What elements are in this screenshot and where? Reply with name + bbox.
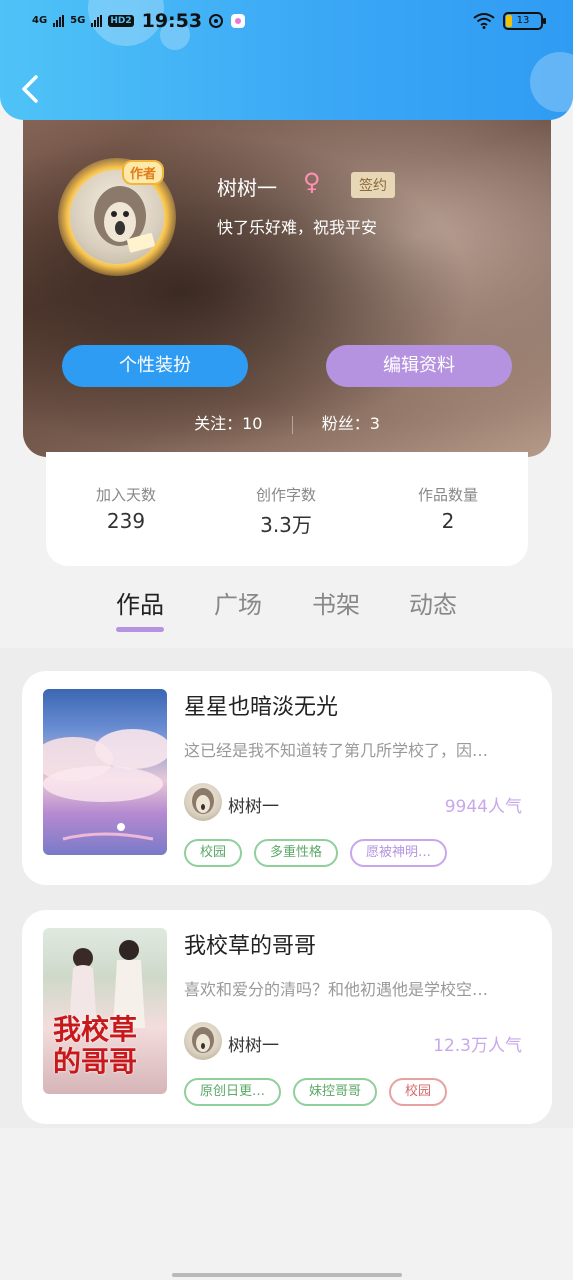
tag-chip[interactable]: 校园	[389, 1078, 448, 1106]
tag-chip[interactable]: 原创日更…	[184, 1078, 282, 1106]
tab-square[interactable]: 广场	[203, 585, 273, 620]
stat-label: 创作字数	[255, 486, 316, 504]
network-5g-label: 5G	[70, 15, 86, 26]
tag-chip[interactable]: 多重性格	[254, 839, 339, 867]
work-title: 星星也暗淡无光	[184, 695, 339, 720]
signal-icon	[53, 15, 65, 27]
stat-join-days: 加入天数 239	[46, 484, 206, 533]
tab-activity[interactable]: 动态	[398, 585, 468, 620]
stat-value: 239	[106, 509, 146, 533]
cover-art-sky-icon	[43, 729, 167, 841]
stat-value: 2	[441, 509, 455, 533]
tag-chip[interactable]: 校园	[184, 839, 243, 867]
customize-look-button[interactable]: 个性装扮	[62, 345, 248, 387]
work-popularity: 9944人气	[444, 797, 522, 817]
hd-voice-icon: HD2	[108, 15, 134, 27]
signal-icon	[91, 15, 103, 27]
stat-value: 3.3万	[260, 513, 312, 537]
back-button[interactable]	[16, 72, 46, 106]
app-badge-icon	[231, 14, 246, 28]
cover-title-text: 我校草的哥哥	[53, 1013, 138, 1078]
status-time: 19:53	[141, 10, 203, 32]
work-description: 这已经是我不知道转了第几所学校了，因…	[184, 741, 489, 760]
author-avatar	[184, 1022, 222, 1060]
stat-label: 作品数量	[417, 486, 478, 504]
tab-bar: 作品 广场 书架 动态	[0, 575, 573, 645]
chevron-left-icon	[22, 75, 38, 103]
book-cover	[43, 689, 167, 855]
avatar-frame[interactable]: 作者	[58, 158, 176, 276]
work-description: 喜欢和爱分的清吗？和他初遇他是学校空…	[184, 980, 489, 999]
avatar-character-icon	[192, 788, 214, 814]
tag-chip[interactable]: 妹控哥哥	[293, 1078, 378, 1106]
battery-icon: 13	[503, 12, 546, 30]
work-title: 我校草的哥哥	[184, 934, 317, 959]
work-popularity: 12.3万人气	[433, 1036, 522, 1056]
work-author: 树树一	[228, 1036, 279, 1056]
female-gender-icon: ♀	[303, 168, 321, 196]
tag-list: 校园 多重性格 愿被神明…	[184, 839, 448, 867]
stats-panel: 加入天数 239 创作字数 3.3万 作品数量 2	[46, 452, 528, 566]
wifi-icon	[473, 13, 495, 29]
tag-chip[interactable]: 愿被神明…	[350, 839, 448, 867]
home-indicator[interactable]	[172, 1273, 402, 1277]
profile-header: 作者 树树一 ♀ 签约 快了乐好难，祝我平安 个性装扮 编辑资料 关注：10 粉…	[23, 88, 551, 457]
stat-word-count: 创作字数 3.3万	[206, 484, 366, 538]
stat-work-count: 作品数量 2	[368, 484, 528, 533]
follow-stats: 关注：10 粉丝：3	[23, 410, 551, 434]
signed-badge: 签约	[351, 172, 395, 198]
author-avatar	[184, 783, 222, 821]
following-count[interactable]: 关注：10	[194, 410, 262, 434]
author-badge: 作者	[122, 160, 165, 185]
app-notification-icon	[209, 14, 224, 28]
top-bar: 4G 5G HD2 19:53 13	[0, 0, 573, 120]
tag-list: 原创日更… 妹控哥哥 校园	[184, 1078, 448, 1106]
tab-bookshelf[interactable]: 书架	[301, 585, 371, 620]
status-bar: 4G 5G HD2 19:53 13	[0, 8, 573, 36]
active-tab-indicator	[116, 627, 164, 632]
tab-works[interactable]: 作品	[105, 585, 175, 620]
work-card[interactable]: 星星也暗淡无光 这已经是我不知道转了第几所学校了，因… 树树一 9944人气 校…	[22, 671, 552, 885]
stat-label: 加入天数	[95, 486, 156, 504]
fans-count[interactable]: 粉丝：3	[322, 410, 380, 434]
decor-bubble	[530, 52, 573, 112]
avatar-character-icon	[192, 1027, 214, 1053]
network-4g-label: 4G	[32, 15, 48, 26]
edit-profile-button[interactable]: 编辑资料	[326, 345, 512, 387]
battery-level: 13	[516, 15, 530, 26]
work-card[interactable]: 我校草的哥哥 我校草的哥哥 喜欢和爱分的清吗？和他初遇他是学校空… 树树一 12…	[22, 910, 552, 1124]
profile-name: 树树一	[217, 176, 277, 200]
works-list: 星星也暗淡无光 这已经是我不知道转了第几所学校了，因… 树树一 9944人气 校…	[0, 648, 573, 1128]
book-cover: 我校草的哥哥	[43, 928, 167, 1094]
profile-bio: 快了乐好难，祝我平安	[217, 218, 378, 237]
work-author: 树树一	[228, 797, 279, 817]
divider	[291, 415, 293, 434]
